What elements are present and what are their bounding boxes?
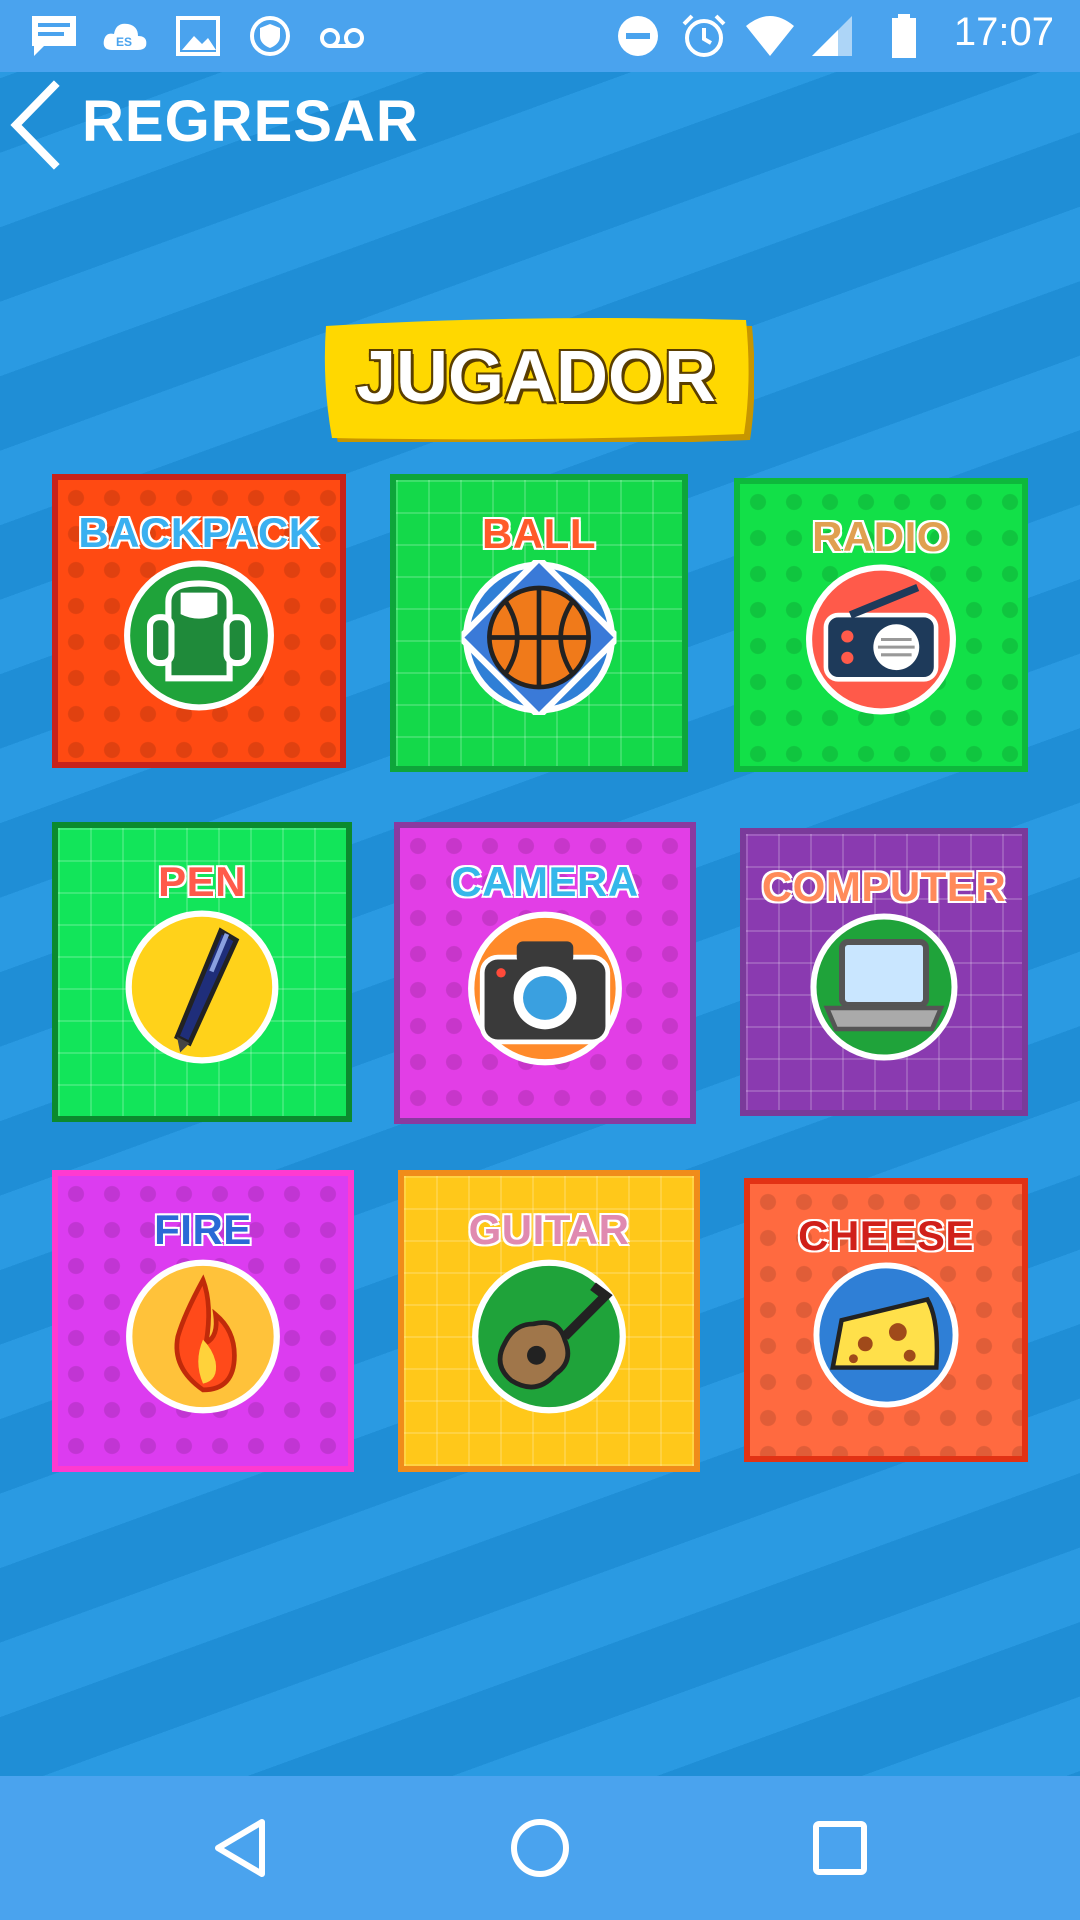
tile-label: CAMERA	[451, 858, 639, 905]
pen-icon	[125, 910, 279, 1064]
page-title: JUGADOR	[355, 337, 717, 417]
recents-square-icon[interactable]	[804, 1812, 876, 1884]
shield-icon	[250, 16, 290, 56]
camera-icon	[468, 911, 622, 1066]
tile-label: PEN	[158, 858, 246, 905]
radio-icon	[806, 564, 956, 715]
home-circle-icon[interactable]	[504, 1812, 576, 1884]
tile-fire[interactable]: FIRE	[52, 1170, 354, 1472]
tile-ball[interactable]: BALL	[390, 474, 688, 772]
tile-label: FIRE	[154, 1206, 252, 1253]
back-label: REGRESAR	[82, 89, 419, 154]
wifi-icon	[746, 16, 794, 56]
cloud-icon: ES	[103, 23, 147, 50]
tile-backpack[interactable]: BACKPACK	[52, 474, 346, 768]
navigation-bar	[0, 1776, 1080, 1920]
tile-computer[interactable]: COMPUTER	[740, 828, 1028, 1116]
backpack-icon	[124, 560, 274, 711]
title-banner: JUGADOR	[318, 312, 754, 442]
signal-icon	[812, 16, 852, 56]
tile-label: CHEESE	[798, 1212, 974, 1259]
tile-label: BALL	[482, 510, 596, 557]
tile-label: RADIO	[812, 513, 950, 560]
alarm-icon	[682, 14, 726, 57]
voicemail-icon	[320, 28, 364, 48]
chevron-left-icon	[10, 80, 60, 170]
message-icon	[32, 16, 76, 56]
tile-cheese[interactable]: CHEESE	[744, 1178, 1028, 1462]
tile-camera[interactable]: CAMERA	[394, 822, 696, 1124]
do-not-disturb-icon	[618, 16, 658, 56]
tile-radio[interactable]: RADIO	[734, 478, 1028, 772]
tile-pen[interactable]: PEN	[52, 822, 352, 1122]
image-icon	[176, 16, 220, 56]
basketball-icon	[461, 560, 617, 715]
cheese-icon	[813, 1262, 959, 1408]
guitar-icon	[472, 1259, 626, 1414]
status-bar: ES 17:07	[0, 0, 1080, 72]
battery-icon	[892, 14, 916, 58]
tile-label: GUITAR	[468, 1206, 630, 1253]
fire-icon	[126, 1259, 280, 1414]
tile-label: COMPUTER	[761, 863, 1007, 910]
tile-guitar[interactable]: GUITAR	[398, 1170, 700, 1472]
back-button[interactable]: REGRESAR	[0, 72, 418, 172]
svg-text:ES: ES	[116, 35, 132, 49]
back-triangle-icon[interactable]	[206, 1812, 278, 1884]
tile-label: BACKPACK	[78, 509, 320, 556]
laptop-icon	[810, 913, 958, 1061]
status-time: 17:07	[953, 10, 1054, 54]
